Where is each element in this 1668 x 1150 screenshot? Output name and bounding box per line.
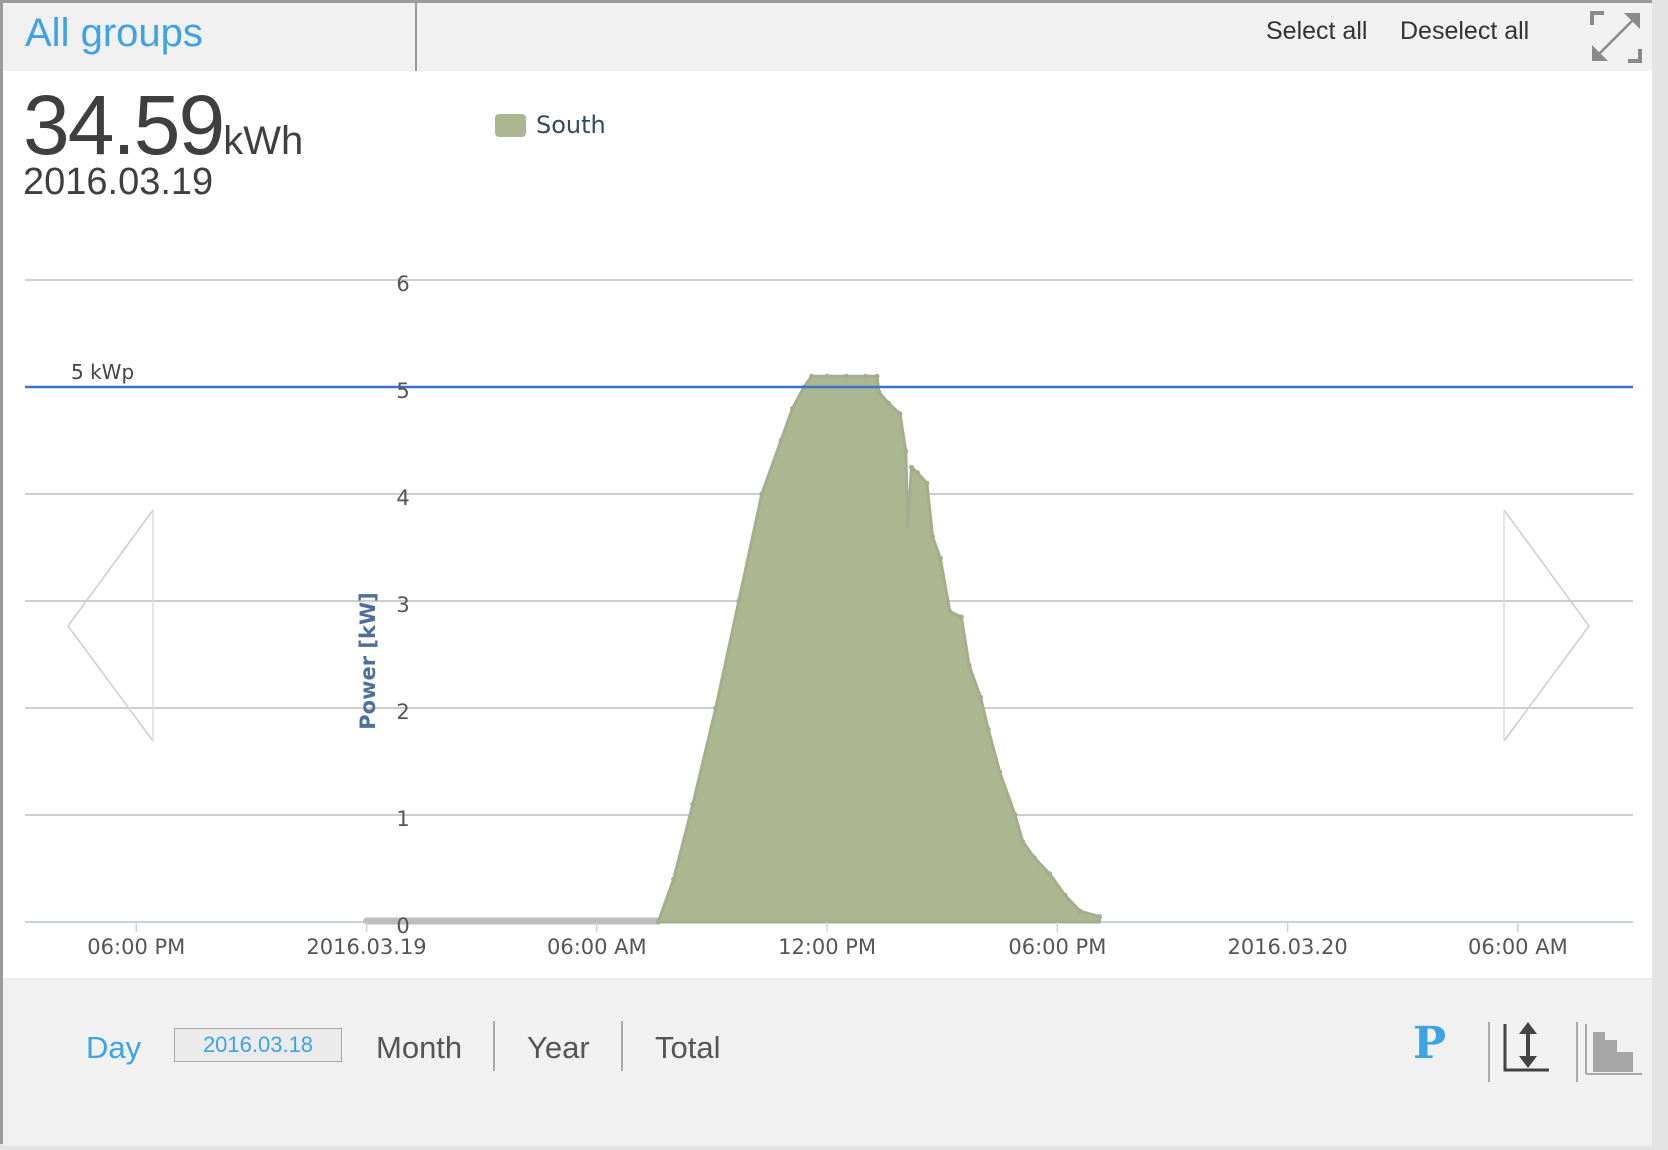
data-point xyxy=(843,373,849,379)
energy-total: 34.59kWh xyxy=(23,83,303,167)
data-point xyxy=(930,534,936,540)
chevron-right-icon[interactable] xyxy=(1503,509,1590,742)
data-point xyxy=(690,801,696,807)
data-point xyxy=(978,694,984,700)
data-point xyxy=(966,662,972,668)
data-point xyxy=(909,464,914,470)
data-point xyxy=(876,389,882,395)
data-point xyxy=(997,769,1003,775)
energy-total-unit: kWh xyxy=(223,119,304,163)
tab-month[interactable]: Month xyxy=(376,1030,462,1066)
tab-total[interactable]: Total xyxy=(655,1030,720,1066)
legend-item-south[interactable]: South xyxy=(495,111,606,139)
next-arrow[interactable] xyxy=(1503,509,1590,742)
date-picker[interactable]: 2016.03.18 xyxy=(174,1028,342,1062)
y-tick-label: 3 xyxy=(396,593,409,617)
data-point xyxy=(778,438,784,443)
power-chart: 5 kWp 0123456 06:00 PM 2016.03.19 06:00 AM… xyxy=(25,272,1633,959)
reference-line-label: 5 kWp xyxy=(71,360,134,384)
energy-total-value: 34.59 xyxy=(23,78,225,172)
x-tick-label: 2016.03.19 xyxy=(306,935,426,959)
data-point xyxy=(905,523,911,529)
data-point xyxy=(903,448,909,454)
data-point xyxy=(824,373,830,379)
y-tick-label: 2 xyxy=(396,700,409,724)
x-tick-label: 06:00 PM xyxy=(87,935,185,959)
x-tick-label: 2016.03.20 xyxy=(1227,935,1347,959)
bar-chart-icon[interactable] xyxy=(1584,1020,1642,1078)
x-tick-label: 12:00 PM xyxy=(778,935,876,959)
select-all-button[interactable]: Select all xyxy=(1266,17,1367,46)
y-tick-label: 1 xyxy=(396,807,409,831)
expand-icon[interactable] xyxy=(1588,9,1644,65)
y-axis-title: Power [kW] xyxy=(356,592,380,729)
x-tick-label: 06:00 AM xyxy=(547,935,647,959)
data-point xyxy=(1012,812,1018,818)
data-point xyxy=(671,876,677,882)
data-point xyxy=(985,726,991,732)
summary-date: 2016.03.19 xyxy=(23,161,214,203)
previous-arrow[interactable] xyxy=(67,509,154,742)
data-point xyxy=(790,405,795,411)
data-point xyxy=(1097,914,1103,920)
data-point xyxy=(1062,892,1068,898)
data-point xyxy=(809,373,815,379)
y-tick-label: 6 xyxy=(396,272,409,296)
tab-day[interactable]: Day xyxy=(86,1030,141,1066)
x-tick-label: 06:00 PM xyxy=(1008,935,1106,959)
series-area-layer xyxy=(655,373,1103,925)
data-point xyxy=(1031,855,1037,861)
data-point xyxy=(655,919,661,925)
series-area-south xyxy=(656,374,1102,924)
period-toolbar: Day 2016.03.18 Month Year Total P xyxy=(3,978,1652,1146)
y-tick-label: 5 xyxy=(396,379,409,403)
data-point xyxy=(874,373,880,379)
tab-year[interactable]: Year xyxy=(527,1030,590,1066)
data-point xyxy=(958,614,964,620)
divider xyxy=(621,1021,623,1071)
legend-swatch xyxy=(495,113,526,137)
deselect-all-button[interactable]: Deselect all xyxy=(1400,17,1529,46)
divider xyxy=(493,1021,495,1071)
data-point xyxy=(759,491,765,497)
chevron-left-icon[interactable] xyxy=(67,509,154,742)
data-point xyxy=(863,373,868,379)
x-tick-labels: 06:00 PM 2016.03.19 06:00 AM 12:00 PM 06:00 … xyxy=(87,922,1568,959)
data-point xyxy=(937,555,943,561)
top-bar: All groups Select all Deselect all xyxy=(3,3,1652,71)
power-view-button[interactable]: P xyxy=(1413,1018,1446,1069)
data-point xyxy=(1020,839,1026,845)
widget-frame: All groups Select all Deselect all 34.59… xyxy=(0,0,1652,1146)
divider xyxy=(1576,1022,1578,1082)
y-tick-labels: 0123456 xyxy=(396,272,409,938)
data-point xyxy=(947,609,953,615)
data-point xyxy=(914,470,920,476)
data-point xyxy=(924,480,930,486)
x-tick-label: 06:00 AM xyxy=(1468,935,1568,959)
y-axis-scale-icon[interactable] xyxy=(1501,1020,1551,1075)
y-tick-label: 4 xyxy=(396,486,409,510)
data-point xyxy=(897,411,903,417)
legend-label: South xyxy=(536,111,606,139)
data-point xyxy=(1047,871,1053,877)
group-tab[interactable]: All groups xyxy=(3,3,417,71)
data-point xyxy=(736,598,742,604)
group-title[interactable]: All groups xyxy=(25,11,203,56)
data-point xyxy=(1077,908,1083,914)
divider xyxy=(1488,1022,1490,1082)
data-point xyxy=(886,400,891,406)
data-point xyxy=(713,705,719,711)
